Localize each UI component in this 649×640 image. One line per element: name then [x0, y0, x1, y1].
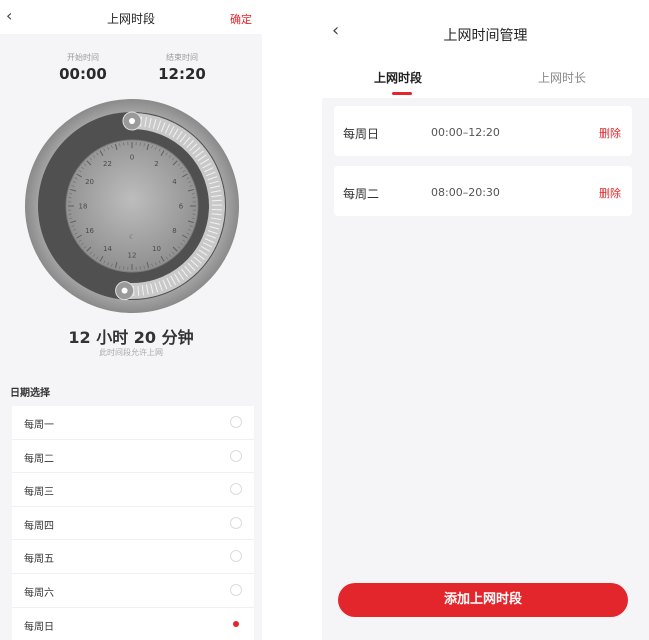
radio-unchecked-icon[interactable] [230, 416, 242, 428]
page-title: 上网时间管理 [443, 28, 528, 44]
day-label: 每周二 [24, 453, 54, 465]
radio-unchecked-icon[interactable] [230, 583, 242, 596]
dial-hour-label: 0 [130, 154, 134, 162]
tab-periods[interactable]: 上网时段 [374, 69, 422, 86]
dial-hour-label: 6 [179, 203, 184, 211]
duration-text: 12 小时 20 分钟 [68, 328, 194, 347]
dial-hour-label: 22 [103, 160, 112, 168]
day-list: 每周一每周二每周三每周四每周五每周六每周日 [12, 406, 254, 640]
dial-hour-label: 12 [128, 252, 137, 260]
radio-checked-icon[interactable] [230, 617, 242, 630]
radio-unchecked-icon[interactable] [230, 449, 242, 462]
end-handle[interactable] [115, 281, 135, 301]
radio-unchecked-icon[interactable] [230, 516, 242, 529]
sun-icon [129, 118, 135, 124]
day-label: 每周四 [24, 520, 54, 532]
start-time: 开始时间 00:00 [38, 52, 128, 83]
end-time: 结束时间 12:20 [137, 52, 227, 83]
dial-hour-label: 2 [154, 160, 158, 168]
page-title: 上网时段 [106, 12, 155, 26]
moon-icon: ☾ [129, 233, 135, 241]
moon-icon [121, 287, 128, 294]
entry-time: 08:00–20:30 [431, 186, 500, 199]
arc-hatch [211, 199, 222, 202]
dial-hour-label: 4 [172, 178, 177, 186]
day-option[interactable]: 每周三 [12, 473, 254, 507]
day-label: 每周六 [24, 587, 54, 599]
day-option[interactable]: 每周二 [12, 440, 254, 474]
day-option[interactable]: 每周一 [12, 406, 254, 440]
dial-hour-label: 18 [79, 203, 88, 211]
dial-hour-label: 14 [103, 245, 112, 253]
day-option[interactable]: 每周六 [12, 574, 254, 608]
end-time-value: 12:20 [158, 65, 206, 83]
time-dial[interactable]: 0 2 4 6 8 10 12 14 16 18 20 22 ☾ [22, 99, 242, 313]
entry-time: 00:00–12:20 [431, 126, 500, 139]
day-option[interactable]: 每周四 [12, 507, 254, 541]
tab-bar: 上网时段 上网时长 [322, 62, 649, 99]
time-period-editor: ‹ 上网时段 确定 开始时间 00:00 结束时间 12:20 0 2 4 6 … [0, 0, 262, 640]
confirm-button[interactable]: 确定 [230, 11, 252, 27]
header: ‹ 上网时间管理 [322, 0, 649, 54]
radio-unchecked-icon[interactable] [230, 550, 242, 563]
add-period-button[interactable]: 添加上网时段 [338, 583, 628, 617]
tab-indicator [392, 92, 412, 95]
header: ‹ 上网时段 确定 [0, 0, 262, 34]
entry-list: 每周日 00:00–12:20 删除 每周二 08:00–20:30 删除 [322, 98, 649, 640]
tab-duration[interactable]: 上网时长 [538, 69, 586, 86]
dial-hour-label: 16 [85, 227, 94, 235]
entry-card[interactable]: 每周二 08:00–20:30 删除 [334, 166, 632, 216]
time-management-screen: ‹ 上网时间管理 上网时段 上网时长 每周日 00:00–12:20 删除 每周… [322, 0, 649, 640]
day-option[interactable]: 每周五 [12, 540, 254, 574]
entry-day: 每周日 [343, 127, 380, 141]
entry-card[interactable]: 每周日 00:00–12:20 删除 [334, 106, 632, 156]
day-label: 每周日 [24, 621, 54, 633]
day-option[interactable]: 每周日 [12, 608, 254, 640]
start-time-value: 00:00 [59, 65, 107, 83]
start-handle[interactable] [122, 111, 142, 131]
day-label: 每周三 [24, 487, 54, 499]
delete-button[interactable]: 删除 [599, 125, 621, 141]
day-label: 每周一 [24, 420, 54, 431]
day-label: 每周五 [24, 554, 54, 566]
date-section-title: 日期选择 [10, 388, 50, 399]
end-time-label: 结束时间 [166, 53, 198, 62]
start-time-label: 开始时间 [67, 53, 99, 62]
dial-hour-label: 20 [85, 178, 94, 186]
duration-note: 此时间段允许上网 [99, 348, 163, 357]
dial-hour-label: 10 [152, 245, 161, 253]
entry-day: 每周二 [343, 187, 380, 201]
dial-hour-label: 8 [172, 227, 176, 235]
radio-unchecked-icon[interactable] [230, 483, 242, 496]
delete-button[interactable]: 删除 [599, 185, 621, 201]
